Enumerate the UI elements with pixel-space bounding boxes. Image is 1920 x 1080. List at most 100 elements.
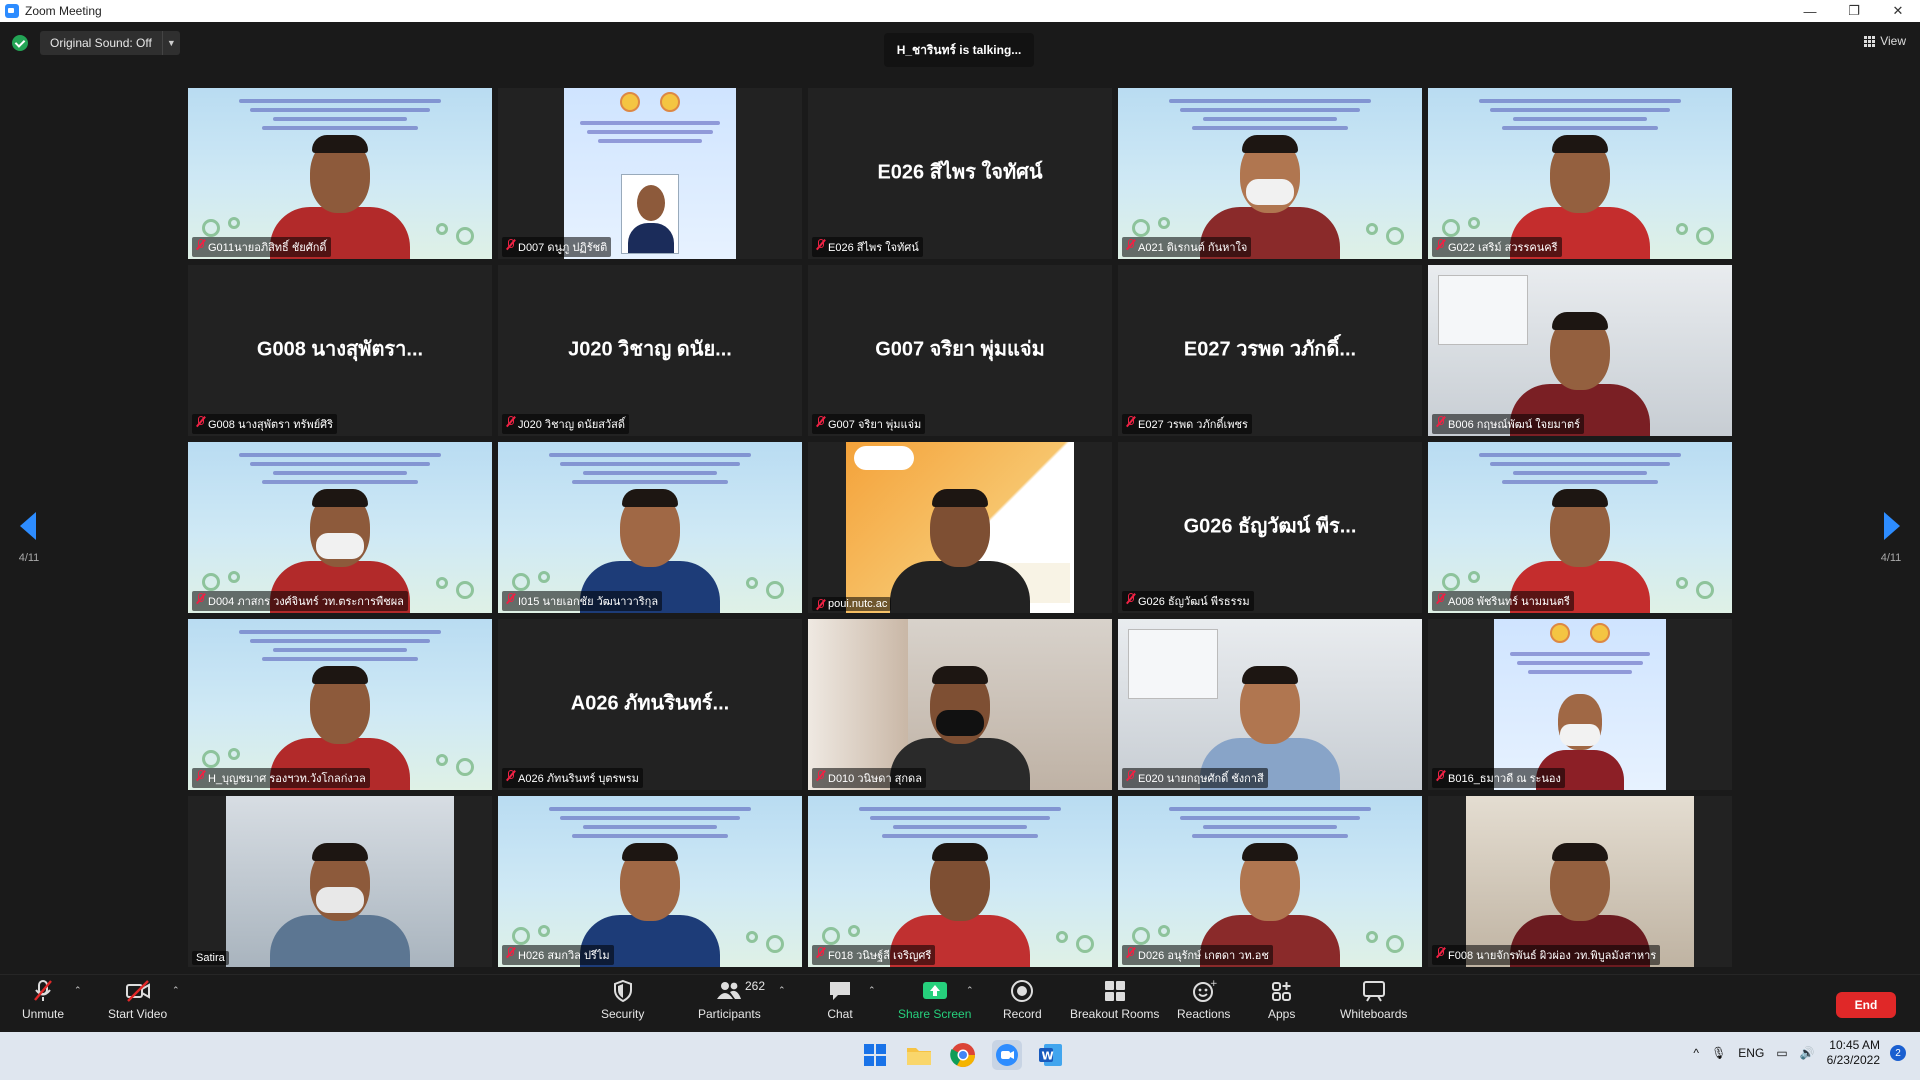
chevron-down-icon[interactable]: ▼ bbox=[161, 31, 180, 55]
reactions-label: Reactions bbox=[1177, 1007, 1231, 1021]
end-meeting-button[interactable]: End bbox=[1836, 992, 1896, 1018]
microphone-icon[interactable]: 🎙 bbox=[1711, 1046, 1726, 1060]
zoom-taskbar-icon[interactable] bbox=[992, 1040, 1022, 1070]
participant-name-tag: E020 นายกฤษศักดิ์ ชังกาสี bbox=[1122, 768, 1268, 788]
video-tile[interactable]: J020 วิชาญ ดนัย... J020 วิชาญ ดนัยสวัสดิ์ bbox=[498, 265, 802, 436]
mic-muted-icon bbox=[1436, 947, 1445, 958]
video-tile[interactable]: F018 วนิษฐ์ลี เจริญศรี bbox=[808, 796, 1112, 967]
share-screen-label: Share Screen bbox=[898, 1007, 972, 1021]
video-tile[interactable]: poui.nutc.ac bbox=[808, 442, 1112, 613]
participant-name: G008 นางสุพัตรา ทรัพย์ศิริ bbox=[208, 419, 334, 431]
network-icon[interactable]: ▭ bbox=[1776, 1046, 1787, 1060]
svg-text:+: + bbox=[1210, 979, 1217, 989]
participant-name: A008 พัชรินทร์ นามมนตรี bbox=[1448, 596, 1570, 608]
video-tile[interactable]: G011นายอภิสิทธิ์ ชัยศักดิ์ bbox=[188, 88, 492, 259]
whiteboards-button[interactable]: Whiteboards bbox=[1340, 979, 1407, 1021]
windows-start-icon[interactable] bbox=[860, 1040, 890, 1070]
participant-name: D007 ดนูภู ปฏิรัชติ bbox=[518, 242, 608, 254]
video-tile[interactable]: I015 นายเอกชัย วัฒนาวาริกุล bbox=[498, 442, 802, 613]
video-tile[interactable]: D010 วนิษดา สุกดล bbox=[808, 619, 1112, 790]
clock[interactable]: 10:45 AM 6/23/2022 bbox=[1827, 1038, 1880, 1068]
participant-name: E026 สีไพร ใจทัศน์ bbox=[828, 242, 919, 254]
mic-muted-icon bbox=[506, 947, 515, 958]
notification-badge[interactable]: 2 bbox=[1890, 1045, 1906, 1061]
close-button[interactable]: ✕ bbox=[1876, 0, 1920, 22]
language-indicator[interactable]: ENG bbox=[1738, 1046, 1764, 1060]
reactions-button[interactable]: + Reactions bbox=[1177, 979, 1230, 1021]
chat-button[interactable]: Chat bbox=[827, 979, 853, 1021]
participant-name-tag: D007 ดนูภู ปฏิรัชติ bbox=[502, 237, 612, 257]
mic-muted-icon bbox=[816, 947, 825, 958]
chrome-icon[interactable] bbox=[948, 1040, 978, 1070]
chevron-up-icon[interactable]: ^ bbox=[1693, 1046, 1699, 1060]
participant-name-tag: H026 สมกวิล ปรีไม bbox=[502, 945, 614, 965]
participant-name: A026 ภัทนรินทร์ บุตรพรม bbox=[518, 773, 639, 785]
video-tile[interactable]: E026 สีไพร ใจทัศน์ E026 สีไพร ใจทัศน์ bbox=[808, 88, 1112, 259]
video-tile[interactable]: H026 สมกวิล ปรีไม bbox=[498, 796, 802, 967]
mic-off-icon bbox=[30, 979, 56, 1003]
video-gallery: G011นายอภิสิทธิ์ ชัยศักดิ์ D007 ดนูภู ปฏิ… bbox=[188, 88, 1736, 967]
chat-caret-icon[interactable]: ⌃ bbox=[868, 985, 876, 996]
unmute-button[interactable]: Unmute bbox=[22, 979, 64, 1021]
video-tile[interactable]: E020 นายกฤษศักดิ์ ชังกาสี bbox=[1118, 619, 1422, 790]
participant-name-tag: G026 ธัญวัฒน์ พีรธรรม bbox=[1122, 591, 1254, 611]
mic-muted-icon bbox=[506, 416, 515, 427]
participant-display-name: E026 สีไพร ใจทัศน์ bbox=[877, 160, 1043, 183]
video-tile[interactable]: B006 กฤษณ์พัฒน์ ใจยมาตร์ bbox=[1428, 265, 1732, 436]
participant-name: E027 วรพด วภักดิ์เพชร bbox=[1138, 419, 1248, 431]
smiley-icon: + bbox=[1191, 979, 1217, 1003]
whiteboards-label: Whiteboards bbox=[1340, 1007, 1408, 1021]
participant-name-tag: I015 นายเอกชัย วัฒนาวาริกุล bbox=[502, 591, 663, 611]
clock-time: 10:45 AM bbox=[1829, 1038, 1880, 1052]
participants-label: Participants bbox=[698, 1007, 761, 1021]
video-tile[interactable]: F008 นายจักรพันธ์ ผิวผ่อง วท.พิบูลมังสาห… bbox=[1428, 796, 1732, 967]
audio-options-caret-icon[interactable]: ⌃ bbox=[74, 985, 82, 996]
original-sound-label[interactable]: Original Sound: Off bbox=[40, 36, 162, 50]
participant-name-tag: F018 วนิษฐ์ลี เจริญศรี bbox=[812, 945, 936, 965]
start-video-button[interactable]: Start Video bbox=[108, 979, 167, 1021]
video-tile[interactable]: G026 ธัญวัฒน์ พีร... G026 ธัญวัฒน์ พีรธรร… bbox=[1118, 442, 1422, 613]
original-sound-toggle[interactable]: Original Sound: Off ▼ bbox=[40, 31, 180, 55]
video-tile[interactable]: G007 จริยา พุ่มแจ่ม G007 จริยา พุ่มแจ่ม bbox=[808, 265, 1112, 436]
mic-muted-icon bbox=[1126, 593, 1135, 604]
participant-name-tag: B006 กฤษณ์พัฒน์ ใจยมาตร์ bbox=[1432, 414, 1585, 434]
share-caret-icon[interactable]: ⌃ bbox=[966, 985, 974, 996]
video-tile[interactable]: D026 อนุรักษ์ เกตดา วท.อช bbox=[1118, 796, 1422, 967]
video-options-caret-icon[interactable]: ⌃ bbox=[172, 985, 180, 996]
participant-display-name: G007 จริยา พุ่มแจ่ม bbox=[875, 337, 1045, 360]
encryption-shield-icon[interactable] bbox=[12, 35, 28, 51]
participant-video bbox=[860, 463, 1060, 613]
mic-muted-icon bbox=[196, 770, 205, 781]
minimize-button[interactable]: — bbox=[1788, 0, 1832, 22]
video-tile[interactable]: A021 ดิเรกนต์ กันหาใจ bbox=[1118, 88, 1422, 259]
video-tile[interactable]: A026 ภัทนรินทร์... A026 ภัทนรินทร์ บุตรพร… bbox=[498, 619, 802, 790]
video-tile[interactable]: G008 นางสุพัตรา... G008 นางสุพัตรา ทรัพย์… bbox=[188, 265, 492, 436]
video-tile[interactable]: B016_ธมาวดี ณ ระนอง bbox=[1428, 619, 1732, 790]
video-tile[interactable]: Satira bbox=[188, 796, 492, 967]
apps-button[interactable]: Apps bbox=[1268, 979, 1295, 1021]
participant-name: G022 เสริม์ สวรรคนครี bbox=[1448, 242, 1558, 254]
video-tile[interactable]: H_บุญชมาศ รองฯวท.วังโกลก่งวล bbox=[188, 619, 492, 790]
word-icon[interactable]: W bbox=[1036, 1040, 1066, 1070]
video-tile[interactable]: E027 วรพด วภักดิ์... E027 วรพด วภักดิ์เพช… bbox=[1118, 265, 1422, 436]
participants-caret-icon[interactable]: ⌃ bbox=[778, 985, 786, 996]
video-tile[interactable]: G022 เสริม์ สวรรคนครี bbox=[1428, 88, 1732, 259]
view-button[interactable]: View bbox=[1864, 34, 1906, 48]
record-button[interactable]: Record bbox=[1003, 979, 1042, 1021]
share-screen-button[interactable]: Share Screen bbox=[898, 979, 971, 1021]
video-tile[interactable]: A008 พัชรินทร์ นามมนตรี bbox=[1428, 442, 1732, 613]
file-explorer-icon[interactable] bbox=[904, 1040, 934, 1070]
next-page-arrow-icon[interactable] bbox=[1884, 512, 1900, 540]
video-tile[interactable]: D007 ดนูภู ปฏิรัชติ bbox=[498, 88, 802, 259]
mic-muted-icon bbox=[506, 770, 515, 781]
security-button[interactable]: Security bbox=[601, 979, 644, 1021]
page-indicator-left: 4/11 bbox=[18, 552, 40, 564]
breakout-rooms-button[interactable]: Breakout Rooms bbox=[1070, 979, 1159, 1021]
participant-name-tag: H_บุญชมาศ รองฯวท.วังโกลก่งวล bbox=[192, 768, 370, 788]
restore-button[interactable]: ❐ bbox=[1832, 0, 1876, 22]
mic-muted-icon bbox=[816, 239, 825, 250]
participant-name-tag: J020 วิชาญ ดนัยสวัสดิ์ bbox=[502, 414, 630, 434]
volume-icon[interactable]: 🔊 bbox=[1800, 1046, 1815, 1060]
video-tile[interactable]: D004 ภาสกร วงศ์จินทร์ วท.ตระการพืชผล bbox=[188, 442, 492, 613]
prev-page-arrow-icon[interactable] bbox=[20, 512, 36, 540]
